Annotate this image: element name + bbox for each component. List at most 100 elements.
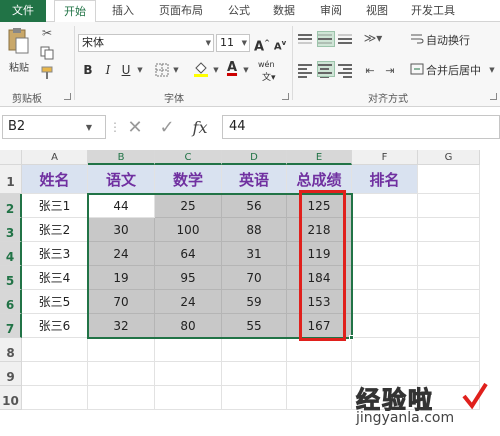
tab-page-layout[interactable]: 页面布局 xyxy=(150,0,212,22)
alignment-launcher-icon[interactable] xyxy=(490,93,497,100)
paste-icon[interactable] xyxy=(6,26,30,56)
font-name-select[interactable]: 宋体 ▼ xyxy=(78,34,214,52)
cell[interactable] xyxy=(222,362,287,386)
rank-cell[interactable] xyxy=(352,194,418,218)
cell[interactable] xyxy=(22,386,88,410)
chevron-down-icon[interactable]: ▼ xyxy=(172,62,180,78)
score-cell[interactable]: 119 xyxy=(287,242,352,266)
format-painter-icon[interactable] xyxy=(40,66,54,80)
cut-icon[interactable]: ✂ xyxy=(40,26,54,40)
score-cell[interactable]: 32 xyxy=(88,314,155,338)
fill-color-icon[interactable] xyxy=(192,60,210,78)
row-header-6[interactable]: 6 xyxy=(0,290,22,314)
orientation-icon[interactable]: ≫▾ xyxy=(362,30,384,46)
chevron-down-icon[interactable]: ▼ xyxy=(136,62,144,78)
cell[interactable] xyxy=(287,338,352,362)
name-cell[interactable]: 张三1 xyxy=(22,194,88,218)
formula-input[interactable]: 44 xyxy=(222,115,500,139)
score-cell[interactable]: 64 xyxy=(155,242,222,266)
column-header-g[interactable]: G xyxy=(418,150,480,165)
table-header-cell[interactable]: 排名 xyxy=(352,165,418,194)
score-cell[interactable]: 59 xyxy=(222,290,287,314)
cell[interactable] xyxy=(155,386,222,410)
row-header-2[interactable]: 2 xyxy=(0,194,22,218)
rank-cell[interactable] xyxy=(352,242,418,266)
italic-button[interactable]: I xyxy=(100,62,116,78)
score-cell[interactable]: 80 xyxy=(155,314,222,338)
score-cell[interactable]: 24 xyxy=(88,242,155,266)
cell[interactable] xyxy=(418,266,480,290)
tab-view[interactable]: 视图 xyxy=(358,0,396,22)
underline-button[interactable]: U xyxy=(118,62,134,78)
score-cell[interactable]: 153 xyxy=(287,290,352,314)
splitter-icon[interactable]: ⋮ xyxy=(109,118,121,136)
cell[interactable] xyxy=(287,386,352,410)
clipboard-launcher-icon[interactable] xyxy=(64,93,71,100)
name-cell[interactable]: 张三4 xyxy=(22,266,88,290)
font-size-select[interactable]: 11 ▼ xyxy=(216,34,250,52)
cell[interactable] xyxy=(352,338,418,362)
rank-cell[interactable] xyxy=(352,218,418,242)
cell[interactable] xyxy=(287,362,352,386)
score-cell[interactable]: 88 xyxy=(222,218,287,242)
name-cell[interactable]: 张三2 xyxy=(22,218,88,242)
paste-label[interactable]: 粘贴 xyxy=(9,59,29,74)
copy-icon[interactable] xyxy=(40,46,54,60)
cell[interactable] xyxy=(418,314,480,338)
score-cell[interactable]: 100 xyxy=(155,218,222,242)
score-cell[interactable]: 56 xyxy=(222,194,287,218)
chevron-down-icon[interactable]: ▼ xyxy=(488,64,496,76)
cell[interactable] xyxy=(418,290,480,314)
shrink-font-button[interactable]: Av xyxy=(272,35,288,52)
score-cell[interactable]: 44 xyxy=(88,194,155,218)
row-header-4[interactable]: 4 xyxy=(0,242,22,266)
decrease-indent-icon[interactable]: ⇤ xyxy=(362,62,378,78)
cell[interactable] xyxy=(418,338,480,362)
row-header-9[interactable]: 9 xyxy=(0,362,22,386)
enter-icon[interactable]: ✓ xyxy=(156,116,178,138)
column-header-e[interactable]: E xyxy=(287,150,352,165)
column-header-f[interactable]: F xyxy=(352,150,418,165)
score-cell[interactable]: 125 xyxy=(287,194,352,218)
row-header-10[interactable]: 10 xyxy=(0,386,22,410)
phonetic-icon[interactable]: 文▾ xyxy=(262,70,276,83)
align-right-icon[interactable] xyxy=(338,62,354,78)
align-bottom-icon[interactable] xyxy=(338,32,354,46)
score-cell[interactable]: 184 xyxy=(287,266,352,290)
merge-center-icon[interactable] xyxy=(410,62,424,76)
score-cell[interactable]: 30 xyxy=(88,218,155,242)
align-middle-icon[interactable] xyxy=(317,31,335,47)
row-header-8[interactable]: 8 xyxy=(0,338,22,362)
font-color-button[interactable]: A xyxy=(224,60,240,76)
column-header-b[interactable]: B xyxy=(88,150,155,165)
fill-handle[interactable] xyxy=(349,335,354,340)
cell[interactable] xyxy=(418,218,480,242)
cell[interactable] xyxy=(88,386,155,410)
insert-function-icon[interactable]: fx xyxy=(188,115,212,139)
cell[interactable] xyxy=(418,242,480,266)
increase-indent-icon[interactable]: ⇥ xyxy=(382,62,398,78)
name-cell[interactable]: 张三3 xyxy=(22,242,88,266)
cell[interactable] xyxy=(88,338,155,362)
column-header-a[interactable]: A xyxy=(22,150,88,165)
name-cell[interactable]: 张三6 xyxy=(22,314,88,338)
rank-cell[interactable] xyxy=(352,290,418,314)
column-header-c[interactable]: C xyxy=(155,150,222,165)
merge-center-button[interactable]: 合并后居中 xyxy=(426,62,481,78)
cell[interactable] xyxy=(88,362,155,386)
row-header-3[interactable]: 3 xyxy=(0,218,22,242)
score-cell[interactable]: 55 xyxy=(222,314,287,338)
align-center-icon[interactable] xyxy=(317,61,335,78)
cell[interactable] xyxy=(418,165,480,194)
cell[interactable] xyxy=(22,338,88,362)
align-left-icon[interactable] xyxy=(298,62,314,78)
align-top-icon[interactable] xyxy=(298,32,314,46)
score-cell[interactable]: 95 xyxy=(155,266,222,290)
chevron-down-icon[interactable]: ▼ xyxy=(212,62,220,78)
rank-cell[interactable] xyxy=(352,266,418,290)
tab-review[interactable]: 审阅 xyxy=(312,0,350,22)
table-header-cell[interactable]: 英语 xyxy=(222,165,287,194)
phonetic-button[interactable]: wén xyxy=(258,60,275,69)
select-all-corner[interactable] xyxy=(0,150,22,165)
tab-file[interactable]: 文件 xyxy=(0,0,46,22)
